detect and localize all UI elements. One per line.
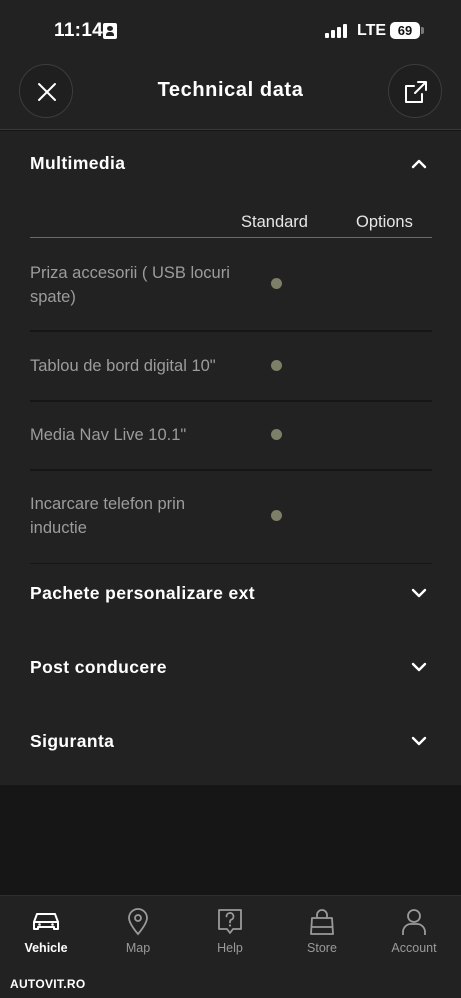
- feature-row: Tablou de bord digital 10": [30, 332, 432, 402]
- column-header-standard: Standard: [241, 213, 308, 231]
- tab-label: Help: [217, 941, 243, 955]
- contact-card-icon: [103, 23, 117, 39]
- network-type: LTE: [357, 22, 387, 39]
- header: Technical data: [0, 62, 461, 130]
- chevron-down-icon: [411, 736, 427, 746]
- tab-label: Vehicle: [24, 941, 68, 955]
- tab-label: Store: [307, 941, 337, 955]
- chevron-down-icon: [411, 662, 427, 672]
- watermark: AUTOVIT.RO: [10, 977, 86, 991]
- tab-store[interactable]: Store: [276, 896, 368, 976]
- feature-row: Incarcare telefon prin inductie: [30, 471, 432, 564]
- standard-indicator-dot: [271, 510, 282, 521]
- status-time: 11:14: [54, 20, 104, 41]
- tab-label: Map: [125, 941, 151, 955]
- map-pin-icon: [128, 908, 148, 936]
- empty-area: [0, 785, 461, 895]
- section-post-conducere-header[interactable]: Post conducere: [0, 637, 461, 697]
- section-title: Multimedia: [30, 153, 126, 173]
- section-title: Pachete personalizare ext: [30, 583, 255, 603]
- car-icon: [33, 913, 59, 930]
- tab-map[interactable]: Map: [92, 896, 184, 976]
- technical-data-list: Multimedia Standard Options Priza acceso…: [0, 131, 461, 785]
- feature-label: Priza accesorii ( USB locuri spate): [30, 264, 230, 306]
- battery-icon: 69: [390, 22, 420, 39]
- standard-indicator-dot: [271, 278, 282, 289]
- help-icon: [218, 909, 242, 934]
- section-pachete-header[interactable]: Pachete personalizare ext: [0, 563, 461, 623]
- share-icon: [405, 81, 427, 103]
- account-icon: [402, 909, 426, 935]
- feature-label: Tablou de bord digital 10": [30, 357, 216, 375]
- section-title: Post conducere: [30, 657, 167, 677]
- battery-tip: [421, 27, 424, 34]
- chevron-up-icon: [411, 159, 427, 169]
- tab-account[interactable]: Account: [368, 896, 460, 976]
- column-header-options: Options: [356, 213, 413, 231]
- status-bar: 11:14 LTE 69: [0, 0, 461, 62]
- section-title: Siguranta: [30, 731, 115, 751]
- share-button[interactable]: [388, 64, 442, 118]
- tab-label: Account: [391, 941, 437, 955]
- signal-icon: [325, 24, 349, 38]
- standard-indicator-dot: [271, 360, 282, 371]
- standard-indicator-dot: [271, 429, 282, 440]
- section-multimedia-header[interactable]: Multimedia: [0, 133, 461, 193]
- chevron-down-icon: [411, 588, 427, 598]
- tab-help[interactable]: Help: [184, 896, 276, 976]
- section-siguranta-header[interactable]: Siguranta: [0, 711, 461, 771]
- feature-row: Media Nav Live 10.1": [30, 402, 432, 471]
- feature-row: Priza accesorii ( USB locuri spate): [30, 238, 432, 332]
- feature-label: Media Nav Live 10.1": [30, 426, 187, 444]
- technical-data-screen: 11:14 LTE 69 Technical data Multimedia S…: [0, 0, 461, 998]
- feature-label: Incarcare telefon prin inductie: [30, 495, 186, 537]
- tab-vehicle[interactable]: Vehicle: [0, 896, 92, 976]
- shopping-bag-icon: [310, 909, 334, 935]
